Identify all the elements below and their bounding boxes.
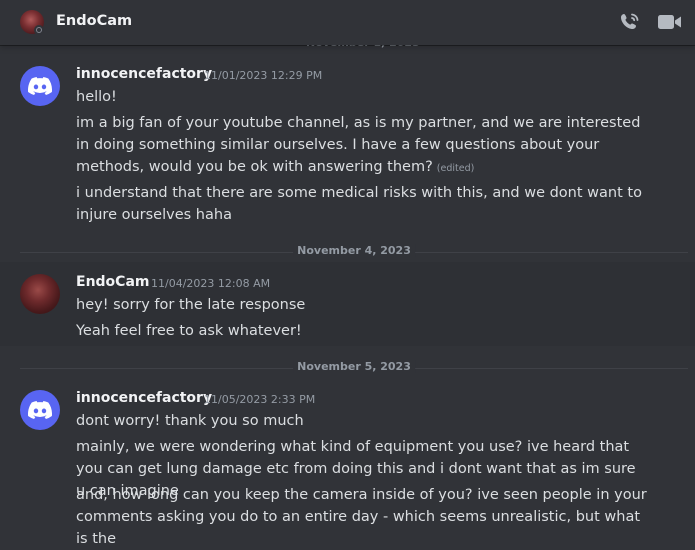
message-text: hello!: [76, 89, 117, 105]
phone-call-icon[interactable]: [617, 10, 643, 34]
message-timestamp[interactable]: 11/04/2023 12:08 AM: [151, 277, 270, 290]
edited-label: (edited): [436, 163, 475, 174]
message-text: i understand that there are some medical…: [76, 185, 642, 223]
message-author[interactable]: EndoCam: [76, 274, 149, 290]
avatar[interactable]: [20, 390, 60, 430]
avatar[interactable]: [20, 274, 60, 314]
dm-header: EndoCam: [0, 0, 695, 45]
message-author[interactable]: innocencefactory: [76, 390, 212, 406]
video-camera-icon[interactable]: [657, 10, 683, 34]
message-timestamp[interactable]: 11/05/2023 2:33 PM: [204, 393, 315, 406]
discord-logo-icon: [28, 77, 52, 95]
avatar[interactable]: [20, 66, 60, 106]
message-text: Yeah feel free to ask whatever!: [76, 323, 302, 339]
channel-title[interactable]: EndoCam: [56, 13, 132, 29]
date-divider: November 4, 2023: [20, 244, 688, 257]
date-divider: November 5, 2023: [20, 360, 688, 373]
message-author[interactable]: innocencefactory: [76, 66, 212, 82]
message-text: hey! sorry for the late response: [76, 297, 306, 313]
date-divider-label: November 4, 2023: [293, 244, 415, 257]
message-text: dont worry! thank you so much: [76, 413, 304, 429]
message-text-content: im a big fan of your youtube channel, as…: [76, 115, 641, 175]
message-text: im a big fan of your youtube channel, as…: [76, 112, 651, 180]
message-timestamp[interactable]: 11/01/2023 12:29 PM: [204, 69, 322, 82]
offline-status-icon: [34, 25, 44, 35]
discord-logo-icon: [28, 401, 52, 419]
date-divider-label: November 5, 2023: [293, 360, 415, 373]
message-text: and, how long can you keep the camera in…: [76, 487, 647, 547]
